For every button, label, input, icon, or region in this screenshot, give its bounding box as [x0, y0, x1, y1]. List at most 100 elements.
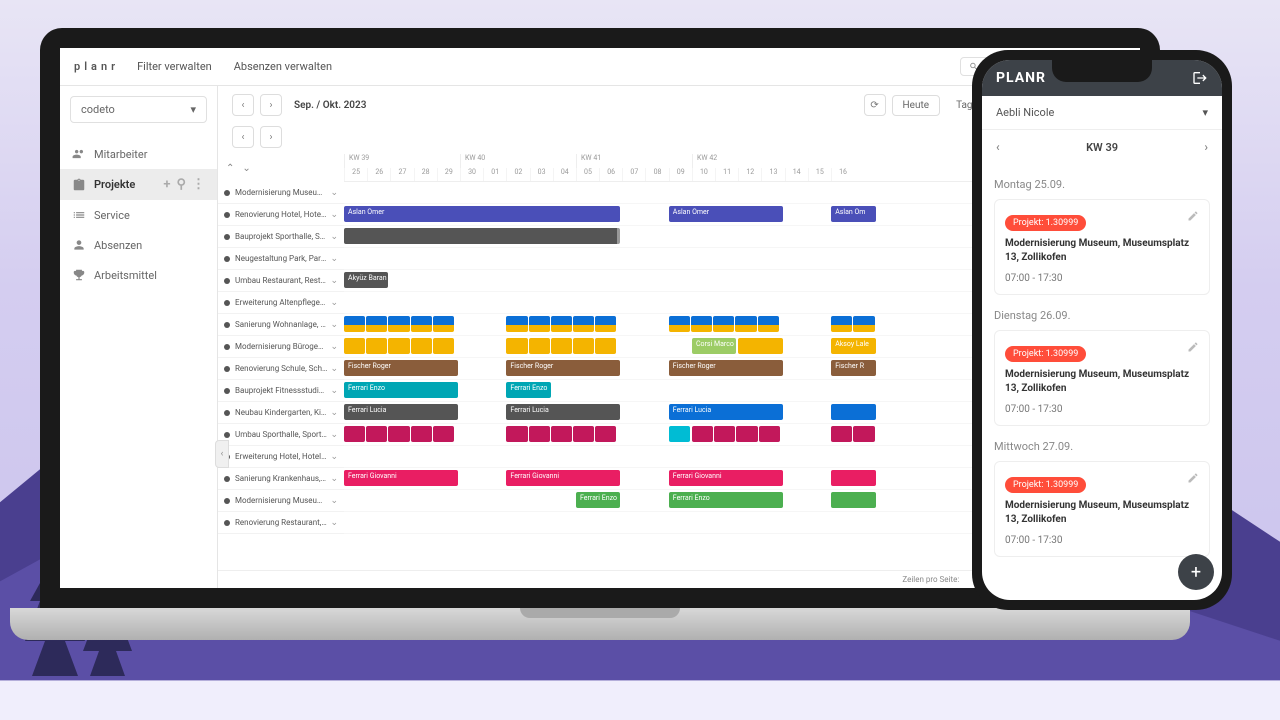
day-header: 10	[692, 168, 715, 181]
schedule-bar[interactable]: Ferrari Lucia	[506, 404, 620, 420]
project-row-label[interactable]: Neugestaltung Park, Parkstras...⌄	[218, 248, 344, 270]
project-row-label[interactable]: Sanierung Krankenhaus, G...⌄	[218, 468, 344, 490]
schedule-bar[interactable]: Fischer R	[831, 360, 875, 376]
sidebar: codeto ▾ Mitarbeiter Projekte + ⚲ ⋮ Service Ab…	[60, 86, 218, 588]
schedule-bar[interactable]: Ferrari Enzo	[669, 492, 783, 508]
project-row-label[interactable]: Bauprojekt Sporthalle, Sportpl...⌄	[218, 226, 344, 248]
phone-frame: PLANR Aebli Nicole ▾ ‹ KW 39 › Montag 25…	[972, 50, 1232, 610]
edit-icon[interactable]	[1187, 472, 1199, 484]
refresh-button[interactable]: ⟳	[864, 94, 886, 116]
sidebar-collapse-button[interactable]: ‹	[215, 440, 229, 468]
schedule-bar[interactable]: Fischer Roger	[669, 360, 783, 376]
project-row-label[interactable]: Modernisierung Bürogebä...⌄	[218, 336, 344, 358]
day-header: 14	[785, 168, 808, 181]
schedule-bar[interactable]: Fischer Roger	[344, 360, 458, 376]
collapse-all-icon[interactable]: ⌄	[242, 163, 250, 174]
project-row-label[interactable]: Neubau Kindergarten, Kin...⌄	[218, 402, 344, 424]
schedule-bar[interactable]: Ferrari Giovanni	[506, 470, 620, 486]
schedule-segment[interactable]	[669, 316, 780, 332]
user-selector[interactable]: Aebli Nicole ▾	[982, 96, 1222, 130]
more-icon[interactable]: ⋮	[192, 177, 205, 192]
sidebar-item-label: Arbeitsmittel	[94, 269, 157, 282]
schedule-segment[interactable]	[831, 426, 875, 442]
next-week-button[interactable]: ›	[1204, 140, 1208, 154]
sidebar-item-service[interactable]: Service	[60, 200, 217, 230]
day-header: 13	[761, 168, 784, 181]
chevron-down-icon: ▾	[1202, 106, 1208, 119]
schedule-bar[interactable]: Fischer Roger	[506, 360, 620, 376]
project-row-label[interactable]: Sanierung Wohnanlage, W...⌄	[218, 314, 344, 336]
project-row-label[interactable]: Renovierung Schule, Schul...⌄	[218, 358, 344, 380]
schedule-segment[interactable]	[831, 316, 875, 332]
project-row-label[interactable]: Erweiterung Altenpflegeheim, ...⌄	[218, 292, 344, 314]
task-title: Modernisierung Museum, Museumsplatz 13, …	[1005, 499, 1199, 527]
day-header: 09	[669, 168, 692, 181]
project-row-label[interactable]: Renovierung Hotel, Hotelg...⌄	[218, 204, 344, 226]
period-label: Sep. / Okt. 2023	[294, 100, 366, 111]
next-week-button[interactable]: ›	[260, 126, 282, 148]
schedule-bar[interactable]	[831, 492, 875, 508]
task-card[interactable]: Projekt: 1.30999 Modernisierung Museum, …	[994, 330, 1210, 426]
schedule-bar[interactable]: Ferrari Lucia	[344, 404, 458, 420]
schedule-segment[interactable]	[344, 316, 455, 332]
nav-absences[interactable]: Absenzen verwalten	[234, 60, 332, 73]
day-header: 06	[599, 168, 622, 181]
expand-all-icon[interactable]: ⌃	[226, 163, 234, 174]
prev-week-button[interactable]: ‹	[996, 140, 1000, 154]
task-card[interactable]: Projekt: 1.30999 Modernisierung Museum, …	[994, 199, 1210, 295]
schedule-bar[interactable]	[831, 404, 875, 420]
next-period-button[interactable]: ›	[260, 94, 282, 116]
schedule-bar[interactable]	[831, 470, 875, 486]
sidebar-item-absenzen[interactable]: Absenzen	[60, 230, 217, 260]
nav-filter[interactable]: Filter verwalten	[137, 60, 212, 73]
schedule-bar[interactable]: Aksoy Lale	[831, 338, 875, 354]
project-row-label[interactable]: Umbau Restaurant, Resta...⌄	[218, 270, 344, 292]
edit-icon[interactable]	[1187, 210, 1199, 222]
day-header: 12	[738, 168, 761, 181]
day-header: 26	[367, 168, 390, 181]
sidebar-item-mitarbeiter[interactable]: Mitarbeiter	[60, 139, 217, 169]
schedule-bar[interactable]: Ferrari Giovanni	[344, 470, 458, 486]
logout-icon[interactable]	[1192, 70, 1208, 86]
project-row-label[interactable]: Renovierung Restaurant, Resta...⌄	[218, 512, 344, 534]
sidebar-item-arbeitsmittel[interactable]: Arbeitsmittel	[60, 260, 217, 290]
project-row-label[interactable]: Umbau Sporthalle, Sportpl...⌄	[218, 424, 344, 446]
project-row-label[interactable]: Bauprojekt Fitnessstudio, ...⌄	[218, 380, 344, 402]
edit-icon[interactable]	[1187, 341, 1199, 353]
prev-period-button[interactable]: ‹	[232, 94, 254, 116]
project-row-label[interactable]: Modernisierung Museum, Muse...⌄	[218, 182, 344, 204]
schedule-segment[interactable]	[506, 426, 617, 442]
schedule-bar[interactable]: Aslan Omer	[344, 206, 620, 222]
schedule-bar[interactable]: Corsi Marco	[692, 338, 736, 354]
sidebar-item-projekte[interactable]: Projekte + ⚲ ⋮	[60, 169, 217, 200]
schedule-bar[interactable]	[738, 338, 782, 354]
schedule-bar[interactable]	[669, 426, 690, 442]
prev-week-button[interactable]: ‹	[232, 126, 254, 148]
schedule-bar[interactable]: Ferrari Enzo	[506, 382, 550, 398]
filter-icon[interactable]: ⚲	[176, 177, 186, 192]
schedule-bar[interactable]: Akyüz Baran	[344, 272, 388, 288]
schedule-bar[interactable]: Ferrari Enzo	[344, 382, 458, 398]
task-time: 07:00 - 17:30	[1005, 535, 1199, 546]
sidebar-item-label: Projekte	[94, 178, 135, 191]
schedule-bar[interactable]: Ferrari Lucia	[669, 404, 783, 420]
project-row-label[interactable]: Erweiterung Hotel, Hotelgasse ...⌄	[218, 446, 344, 468]
add-button[interactable]: +	[1178, 554, 1214, 590]
schedule-segment[interactable]	[506, 316, 617, 332]
schedule-segment[interactable]	[344, 426, 455, 442]
schedule-segment[interactable]	[692, 426, 781, 442]
project-row-label[interactable]: Modernisierung Museum, ...⌄	[218, 490, 344, 512]
task-card[interactable]: Projekt: 1.30999 Modernisierung Museum, …	[994, 461, 1210, 557]
add-icon[interactable]: +	[163, 177, 170, 192]
org-selector[interactable]: codeto ▾	[70, 96, 207, 123]
schedule-bar[interactable]: Ferrari Giovanni	[669, 470, 783, 486]
schedule-bar[interactable]	[344, 228, 620, 244]
sidebar-item-label: Service	[94, 209, 130, 222]
schedule-segment[interactable]	[506, 338, 617, 354]
schedule-bar[interactable]: Aslan Omer	[669, 206, 783, 222]
schedule-segment[interactable]	[344, 338, 455, 354]
today-button[interactable]: Heute	[892, 95, 941, 116]
day-header: 16	[831, 168, 854, 181]
schedule-bar[interactable]: Ferrari Enzo	[576, 492, 620, 508]
schedule-bar[interactable]: Aslan Om	[831, 206, 875, 222]
